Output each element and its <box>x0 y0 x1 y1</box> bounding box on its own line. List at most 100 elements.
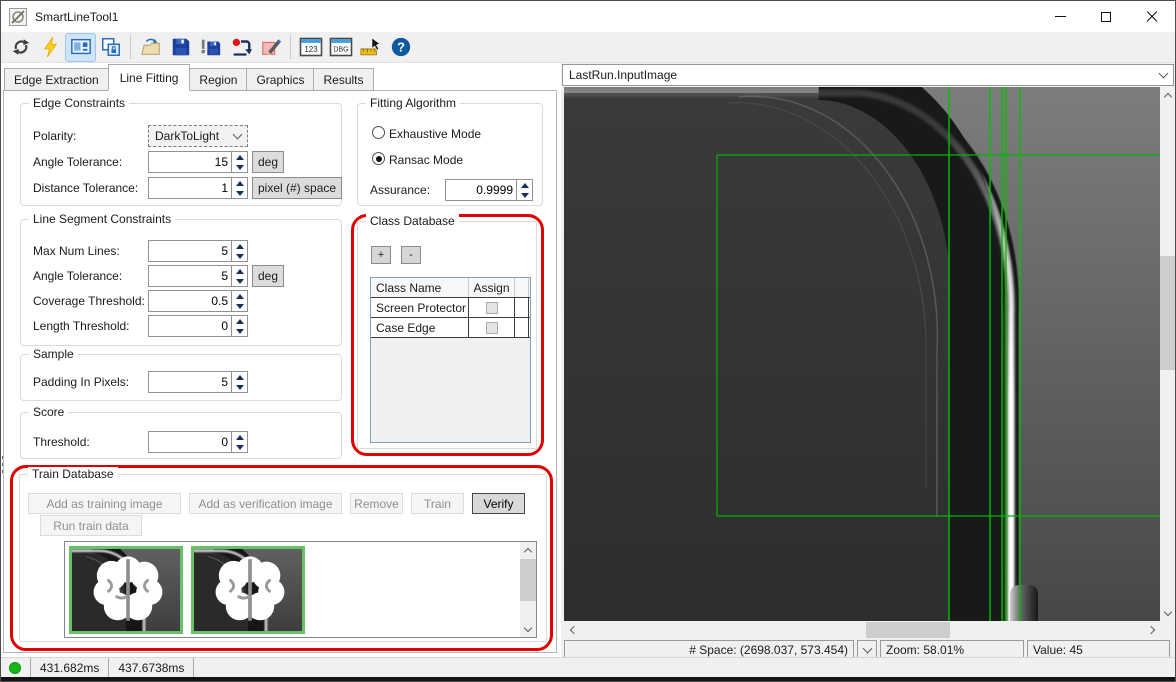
maximize-button[interactable] <box>1083 1 1129 32</box>
show-tool-edit-panel-button[interactable] <box>66 34 95 61</box>
distance-unit-button[interactable]: pixel (#) space <box>252 177 342 199</box>
save-as-button[interactable] <box>196 34 225 61</box>
chevron-right-icon <box>1147 626 1155 634</box>
scroll-right-button[interactable] <box>1144 622 1160 638</box>
run-once-button[interactable] <box>36 34 65 61</box>
verify-button[interactable]: Verify <box>472 493 525 514</box>
distance-tolerance-spinner[interactable] <box>231 178 247 198</box>
padding-input[interactable] <box>149 372 231 392</box>
edge-constraints-title: Edge Constraints <box>29 96 129 110</box>
chevron-up-icon <box>524 547 532 555</box>
minimize-button[interactable] <box>1037 1 1083 32</box>
train-database-group: Train Database Add as training image Add… <box>19 474 547 642</box>
angle-tolerance-spinner[interactable] <box>231 152 247 172</box>
minimize-icon <box>1055 16 1066 17</box>
train-list-scrollbar[interactable] <box>520 542 536 637</box>
assurance-spinner[interactable] <box>516 180 532 200</box>
scroll-left-button[interactable] <box>564 622 580 638</box>
scrollbar-thumb[interactable] <box>866 622 950 638</box>
run-train-data-button[interactable]: Run train data <box>40 515 142 536</box>
class-row-screen-protector[interactable]: Screen Protector <box>371 298 530 318</box>
chevron-down-icon <box>524 624 532 632</box>
image-vertical-scrollbar[interactable] <box>1160 87 1176 621</box>
scroll-down-button[interactable] <box>1160 605 1176 621</box>
scrollbar-thumb[interactable] <box>1160 256 1176 370</box>
polarity-dropdown[interactable]: DarkToLight <box>148 125 248 147</box>
spin-up-icon <box>236 375 244 380</box>
edit-pencil-icon <box>260 36 282 58</box>
angle-unit-button[interactable]: deg <box>252 151 284 173</box>
col-assign[interactable]: Assign <box>469 278 515 297</box>
distance-tolerance-field <box>148 177 248 199</box>
open-file-button[interactable] <box>136 34 165 61</box>
scroll-down-button[interactable] <box>520 621 536 637</box>
float-panel-button[interactable] <box>96 34 125 61</box>
ransac-mode-radio[interactable] <box>372 152 385 165</box>
max-num-lines-spinner[interactable] <box>231 241 247 261</box>
maximize-icon <box>1101 12 1111 22</box>
debug-display-button[interactable]: DBG <box>326 34 355 61</box>
assign-checkbox[interactable] <box>486 302 498 314</box>
ls-angle-unit-button[interactable]: deg <box>252 265 284 287</box>
measure-button[interactable] <box>356 34 385 61</box>
ls-angle-tolerance-input[interactable] <box>149 266 231 286</box>
edge-constraints-group: Edge Constraints Polarity: DarkToLight A… <box>20 103 342 206</box>
remove-button[interactable]: Remove <box>350 493 403 514</box>
lightning-icon <box>40 36 62 58</box>
main-area: Edge Extraction Line Fitting Region Grap… <box>1 63 1175 657</box>
distance-tolerance-input[interactable] <box>149 178 231 198</box>
image-viewport[interactable] <box>564 87 1160 621</box>
spin-up-icon <box>236 244 244 249</box>
max-num-lines-input[interactable] <box>149 241 231 261</box>
padding-spinner[interactable] <box>231 372 247 392</box>
ls-angle-tolerance-spinner[interactable] <box>231 266 247 286</box>
assurance-input[interactable] <box>446 180 516 200</box>
image-horizontal-scrollbar[interactable] <box>564 622 1160 638</box>
spin-up-icon <box>236 269 244 274</box>
train-thumbnail-1[interactable] <box>69 546 183 634</box>
tab-edge-extraction[interactable]: Edge Extraction <box>4 68 109 91</box>
padding-label: Padding In Pixels: <box>33 375 129 389</box>
add-verification-image-button[interactable]: Add as verification image <box>189 493 342 514</box>
panel-pin-icon <box>100 36 122 58</box>
chevron-down-icon <box>1159 69 1169 79</box>
col-class-name[interactable]: Class Name <box>371 278 469 297</box>
assign-checkbox[interactable] <box>486 322 498 334</box>
save-button[interactable] <box>166 34 195 61</box>
remove-class-button[interactable]: - <box>401 246 421 264</box>
numeric-display-button[interactable]: 123 <box>296 34 325 61</box>
tab-region[interactable]: Region <box>189 68 247 91</box>
train-thumbnail-2[interactable] <box>191 546 305 634</box>
image-source-combobox[interactable]: LastRun.InputImage <box>562 64 1174 86</box>
image-display-panel: LastRun.InputImage <box>561 63 1175 657</box>
spin-up-icon <box>521 183 529 188</box>
scrollbar-thumb[interactable] <box>520 559 536 601</box>
tab-graphics[interactable]: Graphics <box>246 68 314 91</box>
run-continuous-button[interactable] <box>6 34 35 61</box>
run-time: 431.682ms <box>40 661 99 675</box>
length-threshold-spinner[interactable] <box>231 316 247 336</box>
length-threshold-input[interactable] <box>149 316 231 336</box>
train-database-highlight: Train Database Add as training image Add… <box>10 465 553 651</box>
scroll-up-button[interactable] <box>520 542 536 558</box>
tab-line-fitting[interactable]: Line Fitting <box>108 64 191 91</box>
tab-results[interactable]: Results <box>313 68 373 91</box>
close-button[interactable] <box>1129 1 1175 32</box>
help-button[interactable]: ? <box>386 34 415 61</box>
record-arrow-icon <box>230 36 252 58</box>
add-class-button[interactable]: + <box>371 246 391 264</box>
scroll-up-button[interactable] <box>1160 87 1176 103</box>
edit-region-button[interactable] <box>256 34 285 61</box>
exhaustive-mode-radio[interactable] <box>372 126 385 139</box>
toolbar-separator <box>130 35 131 59</box>
class-name-cell: Case Edge <box>371 318 469 337</box>
class-row-case-edge[interactable]: Case Edge <box>371 318 530 338</box>
threshold-input[interactable] <box>149 432 231 452</box>
angle-tolerance-input[interactable] <box>149 152 231 172</box>
threshold-spinner[interactable] <box>231 432 247 452</box>
add-training-image-button[interactable]: Add as training image <box>28 493 181 514</box>
coverage-threshold-spinner[interactable] <box>231 291 247 311</box>
coverage-threshold-input[interactable] <box>149 291 231 311</box>
record-reset-button[interactable] <box>226 34 255 61</box>
train-button[interactable]: Train <box>411 493 464 514</box>
